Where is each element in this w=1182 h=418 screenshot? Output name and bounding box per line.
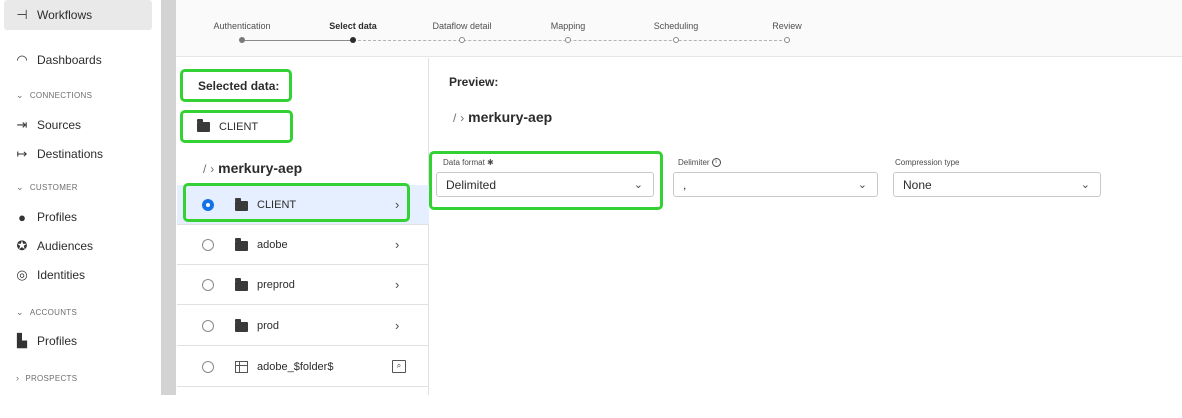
nav-section-accounts[interactable]: ⌄ ACCOUNTS [16,307,77,318]
nav-section-prospects[interactable]: › PROSPECTS [16,373,77,383]
compression-type-label: Compression type [895,158,960,167]
audiences-icon: ✪ [16,238,28,253]
chevron-down-icon: ⌄ [633,179,643,191]
radio-button[interactable] [202,198,214,211]
folder-icon [235,319,248,332]
chevron-down-icon: ⌄ [16,182,24,192]
preview-breadcrumb: / › merkury-aep [453,109,552,125]
nav-item-label: Workflows [37,8,93,22]
chevron-right-icon[interactable]: › [395,237,399,252]
step-scheduling: Scheduling [653,21,699,31]
chevron-right-icon[interactable]: › [395,277,399,292]
workflow-stepper: Authentication Select data Dataflow deta… [176,0,1182,57]
nav-item-audiences[interactable]: ✪ Audiences [14,231,94,261]
nav-item-label: Profiles [37,210,78,224]
folder-icon [235,238,248,251]
nav-item-destinations[interactable]: ↦ Destinations [14,139,104,169]
nav-item-label: Identities [37,268,86,282]
list-item-label: prod [257,319,280,332]
step-dataflow-detail: Dataflow detail [432,21,492,31]
nav-item-identities[interactable]: ◎ Identities [14,260,85,290]
breadcrumb-bucket: merkury-aep [468,109,553,125]
delimiter-label: Delimiter i [678,158,721,167]
step-review: Review [772,21,802,31]
left-nav: ⊣ Workflows ◠ Dashboards ⌄ CONNECTIONS ⇥… [0,0,160,418]
compression-type-select[interactable]: None ⌄ [893,172,1101,197]
nav-section-customer[interactable]: ⌄ CUSTOMER [16,182,78,193]
folder-icon [235,198,248,211]
breadcrumb-root[interactable]: / [203,162,206,176]
delimiter-select[interactable]: , ⌄ [673,172,878,197]
nav-item-sources[interactable]: ⇥ Sources [14,110,81,140]
list-item-preprod[interactable]: preprod › [177,265,429,305]
list-item-label: CLIENT [257,198,297,211]
chevron-right-icon: › [16,373,20,383]
chevron-down-icon: ⌄ [16,307,24,317]
step-dot-review [784,37,790,43]
table-file-icon [235,360,248,373]
breadcrumb-separator: › [460,111,465,125]
step-select-data: Select data [329,21,377,31]
step-dot-select-data [350,37,356,43]
step-authentication: Authentication [213,21,271,31]
radio-button[interactable] [202,319,214,332]
radio-button[interactable] [202,278,214,291]
step-dot-dataflow-detail [459,37,465,43]
divider-bar [161,0,176,395]
data-format-label: Data format ✱ [443,158,494,167]
step-dot-scheduling [673,37,679,43]
breadcrumb: / › merkury-aep [203,160,302,176]
required-icon: ✱ [487,158,494,167]
destinations-icon: ↦ [16,146,28,161]
list-item-label: adobe [257,238,288,251]
list-item-prod[interactable]: prod › [177,306,429,346]
data-format-select[interactable]: Delimited ⌄ [436,172,654,197]
preview-title: Preview: [449,75,499,89]
person-icon: ● [18,209,26,225]
nav-item-workflows[interactable]: ⊣ Workflows [4,0,152,30]
sources-icon: ⇥ [16,117,28,132]
nav-section-connections[interactable]: ⌄ CONNECTIONS [16,90,92,101]
chevron-right-icon[interactable]: › [395,318,399,333]
breadcrumb-bucket[interactable]: merkury-aep [218,160,302,176]
breadcrumb-separator: › [210,162,215,176]
list-item-label: adobe_$folder$ [257,360,334,373]
selected-data-title: Selected data: [198,79,280,93]
list-item-client[interactable]: CLIENT › [177,185,429,225]
breadcrumb-root: / [453,111,457,125]
step-mapping: Mapping [550,21,586,31]
folder-icon [235,278,248,291]
chevron-down-icon: ⌄ [857,179,867,191]
nav-item-account-profiles[interactable]: ▙ Profiles [14,326,77,356]
nav-item-profiles[interactable]: ● Profiles [14,202,77,232]
radio-button[interactable] [202,238,214,251]
chevron-right-icon[interactable]: › [395,197,399,212]
radio-button[interactable] [202,360,214,373]
nav-item-dashboards[interactable]: ◠ Dashboards [14,45,102,75]
nav-item-label: Destinations [37,147,104,161]
step-dot-authentication [239,37,245,43]
gauge-icon: ◠ [16,52,28,67]
buildings-icon: ▙ [17,333,27,348]
info-icon[interactable]: i [711,158,721,167]
step-connector [242,40,353,41]
nav-item-label: Sources [37,118,82,132]
list-item-adobe-folder-file[interactable]: adobe_$folder$ ⌕ [177,347,429,387]
folder-icon [197,119,210,132]
preview-icon[interactable]: ⌕ [392,360,406,373]
nav-item-label: Dashboards [37,53,102,67]
selected-data-item: CLIENT [183,112,291,142]
list-item-adobe[interactable]: adobe › [177,225,429,265]
fingerprint-icon: ◎ [16,267,28,282]
nav-item-label: Audiences [37,239,94,253]
chevron-down-icon: ⌄ [16,90,24,100]
workflows-icon: ⊣ [16,7,28,22]
list-item-label: preprod [257,278,295,291]
nav-item-label: Profiles [37,334,78,348]
chevron-down-icon: ⌄ [1080,179,1090,191]
step-dot-mapping [565,37,571,43]
